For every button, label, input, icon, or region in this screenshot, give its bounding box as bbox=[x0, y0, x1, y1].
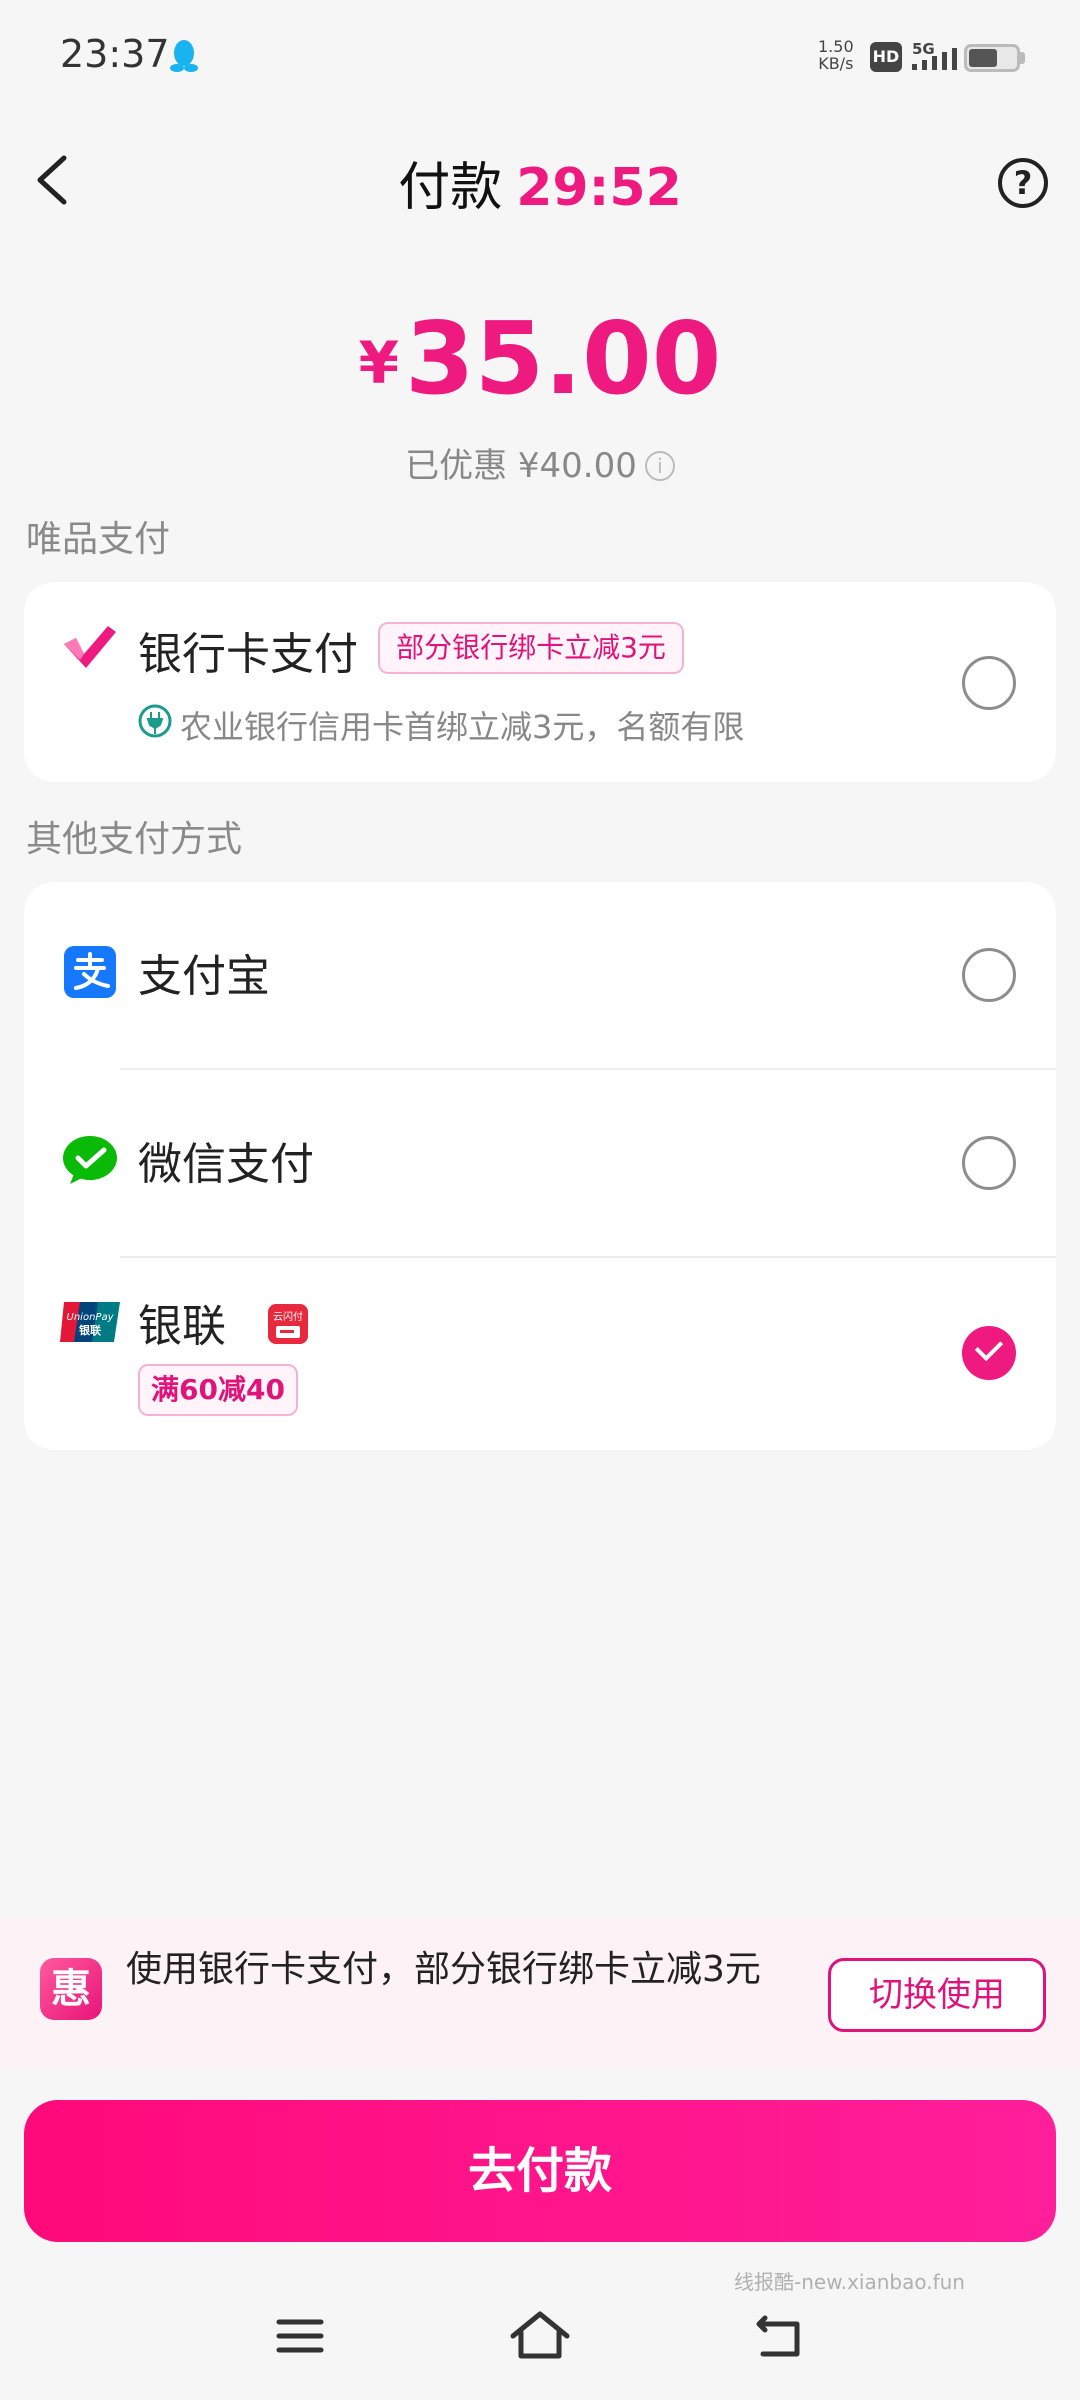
menu-icon[interactable] bbox=[265, 2306, 335, 2366]
help-button[interactable]: ? bbox=[998, 158, 1048, 208]
currency-symbol: ¥ bbox=[358, 329, 400, 397]
status-time: 23:37 bbox=[60, 32, 170, 76]
vip-pay-icon bbox=[64, 626, 116, 668]
svg-text:云闪付: 云闪付 bbox=[273, 1310, 303, 1323]
alipay-radio[interactable] bbox=[962, 948, 1016, 1002]
wechat-radio[interactable] bbox=[962, 1136, 1016, 1190]
go-pay-button[interactable]: 去付款 bbox=[24, 2100, 1056, 2242]
promo-banner: 惠 使用银行卡支付，部分银行绑卡立减3元 切换使用 bbox=[0, 1918, 1080, 2068]
method-name-wechat: 微信支付 bbox=[138, 1139, 314, 1190]
qq-icon bbox=[170, 40, 198, 72]
bank-card-note: 农业银行信用卡首绑立减3元，名额有限 bbox=[180, 708, 745, 746]
svg-text:银联: 银联 bbox=[79, 1323, 101, 1337]
vip-pay-card[interactable]: 银行卡支付 部分银行绑卡立减3元 农业银行信用卡首绑立减3元，名额有限 bbox=[24, 582, 1056, 782]
method-name-alipay: 支付宝 bbox=[138, 951, 270, 1002]
network-speed-value: 1.50 bbox=[818, 37, 854, 56]
info-icon[interactable]: i bbox=[644, 451, 675, 481]
watermark: 线报酷-new.xianbao.fun bbox=[734, 2270, 965, 2294]
home-icon[interactable] bbox=[505, 2306, 575, 2366]
battery-icon bbox=[964, 44, 1020, 72]
network-speed-unit: KB/s bbox=[818, 54, 854, 73]
method-row-wechat[interactable]: 微信支付 bbox=[24, 1070, 1056, 1256]
battery-tip bbox=[1020, 52, 1025, 64]
method-name-unionpay: 银联 bbox=[138, 1301, 226, 1352]
cloud-quickpass-icon: 云闪付 bbox=[268, 1304, 308, 1344]
method-name-bank-card: 银行卡支付 bbox=[138, 629, 358, 680]
unionpay-promo-tag: 满60减40 bbox=[138, 1364, 298, 1416]
method-row-unionpay[interactable]: UnionPay 银联 银联 云闪付 满60减40 bbox=[24, 1258, 1056, 1450]
network-speed: 1.50 KB/s bbox=[818, 38, 854, 72]
unionpay-radio[interactable] bbox=[962, 1326, 1016, 1380]
switch-use-button[interactable]: 切换使用 bbox=[828, 1958, 1046, 2032]
hd-icon: HD bbox=[870, 42, 902, 72]
other-pay-card: 支付宝 微信支付 UnionPay 银联 银联 云闪付 满60减40 bbox=[24, 882, 1056, 1450]
promo-banner-text: 使用银行卡支付，部分银行绑卡立减3元 bbox=[126, 1949, 761, 1990]
method-row-alipay[interactable]: 支付宝 bbox=[24, 882, 1056, 1068]
amount-value: 35.00 bbox=[405, 300, 722, 417]
countdown-timer: 29:52 bbox=[516, 158, 682, 218]
bank-note-icon bbox=[138, 704, 172, 738]
discount-text: 已优惠 ¥40.00 bbox=[405, 446, 637, 486]
section-label-other: 其他支付方式 bbox=[26, 819, 243, 860]
signal-icon: 5G bbox=[912, 40, 957, 70]
alipay-icon bbox=[64, 946, 116, 998]
page-title-text: 付款 bbox=[398, 158, 503, 218]
discount-hui-icon: 惠 bbox=[40, 1958, 102, 2020]
payment-amount: ¥35.00 bbox=[0, 300, 1080, 417]
section-label-vip: 唯品支付 bbox=[26, 519, 171, 560]
wechat-pay-icon bbox=[63, 1136, 117, 1184]
discount-info: 已优惠 ¥40.00 i bbox=[0, 438, 1080, 487]
svg-text:5G: 5G bbox=[912, 40, 935, 58]
bank-card-radio[interactable] bbox=[962, 656, 1016, 710]
svg-text:UnionPay: UnionPay bbox=[67, 1312, 115, 1323]
bank-card-promo-tag: 部分银行绑卡立减3元 bbox=[378, 622, 684, 674]
back-nav-icon[interactable] bbox=[745, 2306, 815, 2366]
page-title: 付款 29:52 bbox=[0, 145, 1080, 220]
unionpay-icon: UnionPay 银联 bbox=[60, 1302, 120, 1342]
status-bar: 23:37 1.50 KB/s HD 5G bbox=[0, 0, 1080, 110]
